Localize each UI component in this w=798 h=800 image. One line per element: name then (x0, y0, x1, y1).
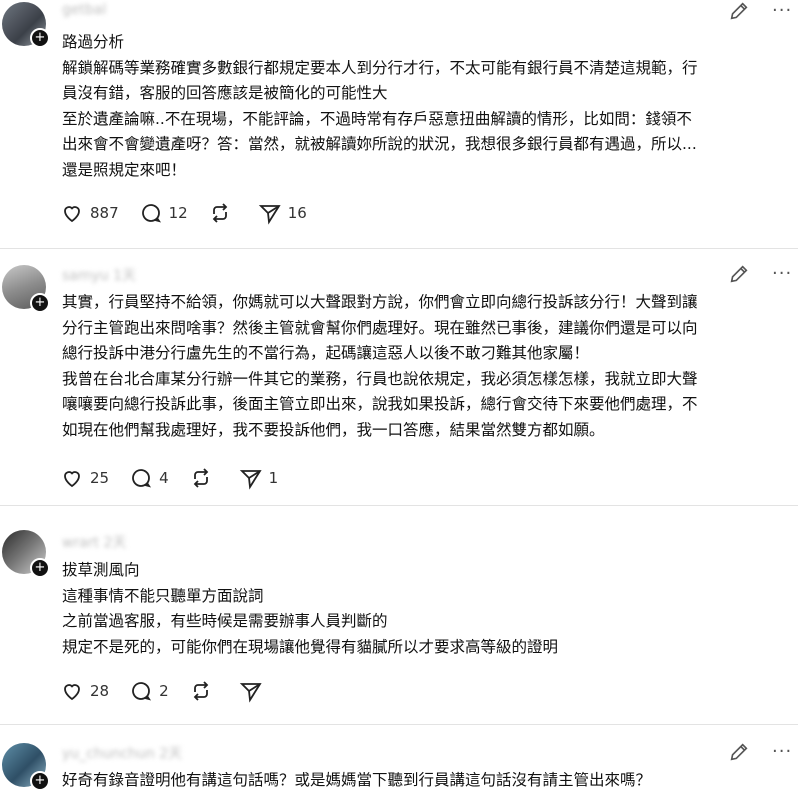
post-line: 分行主管跑出來問啥事？然後主管就會幫你們處理好。現在雖然已事後，建議你們還是可以… (62, 318, 698, 337)
plus-icon[interactable]: + (30, 771, 50, 791)
post-line: 拔草測風向 (62, 561, 140, 579)
username[interactable]: samyu 1天 (62, 265, 136, 284)
reply-count: 4 (159, 469, 169, 487)
send-icon (239, 470, 262, 490)
like-count: 25 (90, 469, 110, 487)
heart-icon (64, 206, 80, 223)
heart-icon (64, 471, 80, 488)
post-line: 好奇有錄音證明他有講這句話嗎？或是媽媽當下聽到行員講這句話沒有請主管出來嗎？ (62, 771, 652, 789)
post-actions: 28 2 (60, 679, 289, 703)
more-icon[interactable]: ··· (772, 263, 792, 284)
send-icon (258, 205, 281, 225)
post-body: 拔草測風向 這種事情不能只聽單方面說詞 之前當過客服，有些時候是需要辦事人員判斷… (62, 558, 792, 660)
post-line: 出來會不會變遺產呀？答：當然，就被解讀妳所說的狀況，我想很多銀行員都有遇過，所以… (62, 135, 697, 154)
pencil-icon[interactable] (728, 263, 750, 285)
post-line: 之前當過客服，有些時候是需要辦事人員判斷的 (62, 612, 388, 631)
reply-count: 12 (168, 204, 188, 222)
username[interactable]: yu_chunchun 2天 (62, 743, 182, 762)
post-line: 路過分析 (62, 33, 125, 51)
share-button[interactable]: 16 (258, 201, 307, 225)
like-count: 887 (90, 204, 119, 222)
post-line: 解鎖解碼等業務確實多數銀行都規定要本人到分行才行，不太可能有銀行員不清楚這規範，… (62, 58, 698, 77)
like-count: 28 (90, 682, 110, 700)
repost-button[interactable] (189, 679, 219, 703)
post-body: 其實，行員堅持不給領，你媽就可以大聲跟對方說，你們會立即向總行投訴該分行！大聲到… (62, 290, 792, 444)
pencil-icon[interactable] (728, 741, 750, 763)
comment-icon (141, 204, 161, 223)
heart-icon (64, 684, 80, 701)
plus-icon[interactable]: + (30, 28, 50, 48)
repost-icon (212, 203, 228, 223)
post-line: 其實，行員堅持不給領，你媽就可以大聲跟對方說，你們會立即向總行投訴該分行！大聲到… (62, 293, 698, 311)
send-icon (239, 683, 262, 703)
post-line: 嚷嚷要向總行投訴此事，後面主管立即出來，說我如果投訴，總行會交待下來要他們處理，… (62, 395, 698, 414)
post-actions: 887 12 16 (60, 201, 327, 225)
plus-icon[interactable]: + (30, 293, 50, 313)
like-button[interactable]: 887 (60, 201, 119, 225)
plus-icon[interactable]: + (30, 558, 50, 578)
share-count: 1 (268, 469, 279, 487)
pencil-icon[interactable] (728, 0, 750, 22)
username[interactable]: getbal (62, 2, 106, 20)
share-button[interactable]: 1 (239, 466, 279, 490)
reply-button[interactable]: 4 (129, 466, 169, 490)
post-4: + yu_chunchun 2天 ··· 好奇有錄音證明他有講這句話嗎？或是媽媽… (0, 725, 798, 800)
reply-count: 2 (159, 682, 169, 700)
post-line: 這種事情不能只聽單方面說詞 (62, 586, 264, 605)
post-line: 我曾在台北合庫某分行辦一件其它的業務，行員也說依規定，我必須怎樣怎樣，我就立即大… (62, 369, 698, 388)
post-body: 路過分析 解鎖解碼等業務確實多數銀行都規定要本人到分行才行，不太可能有銀行員不清… (62, 30, 792, 184)
reply-button[interactable]: 12 (139, 201, 188, 225)
repost-button[interactable] (208, 201, 238, 225)
repost-icon (193, 681, 208, 701)
post-line: 如現在他們幫我處理好，我不要投訴他們，我一口答應，結果當然雙方都如願。 (62, 420, 605, 439)
post-body: 好奇有錄音證明他有講這句話嗎？或是媽媽當下聽到行員講這句話沒有請主管出來嗎？ (62, 768, 792, 794)
post-line: 至於遺產論嘛..不在現場，不能評論，不過時常有存戶惡意扭曲解讀的情形，比如問：錢… (62, 109, 692, 128)
like-button[interactable]: 25 (60, 466, 109, 490)
post-line: 員沒有錯，客服的回答應該是被簡化的可能性大 (62, 84, 388, 103)
repost-button[interactable] (189, 466, 219, 490)
share-button[interactable] (239, 679, 269, 703)
post-2: + samyu 1天 ··· 其實，行員堅持不給領，你媽就可以大聲跟對方說，你們… (0, 249, 798, 505)
like-button[interactable]: 28 (60, 679, 109, 703)
repost-icon (193, 468, 208, 488)
post-line: 還是照規定來吧！ (62, 160, 187, 179)
username[interactable]: wrart 2天 (62, 532, 126, 551)
post-3: + wrart 2天 拔草測風向 這種事情不能只聽單方面說詞 之前當過客服，有些… (0, 506, 798, 724)
post-actions: 25 4 1 (60, 466, 298, 490)
post-line: 規定不是死的，可能你們在現場讓他覺得有貓膩所以才要求高等級的證明 (62, 637, 559, 656)
reply-button[interactable]: 2 (129, 679, 169, 703)
post-line: 總行投訴中港分行盧先生的不當行為，起碼讓這惡人以後不敢刁難其他家屬！ (62, 344, 590, 363)
comment-icon (132, 682, 152, 701)
more-icon[interactable]: ··· (772, 741, 792, 762)
comment-icon (132, 469, 152, 488)
more-icon[interactable]: ··· (772, 0, 792, 21)
share-count: 16 (287, 204, 307, 222)
post-1: + getbal ··· 路過分析 解鎖解碼等業務確實多數銀行都規定要本人到分行… (0, 0, 798, 248)
